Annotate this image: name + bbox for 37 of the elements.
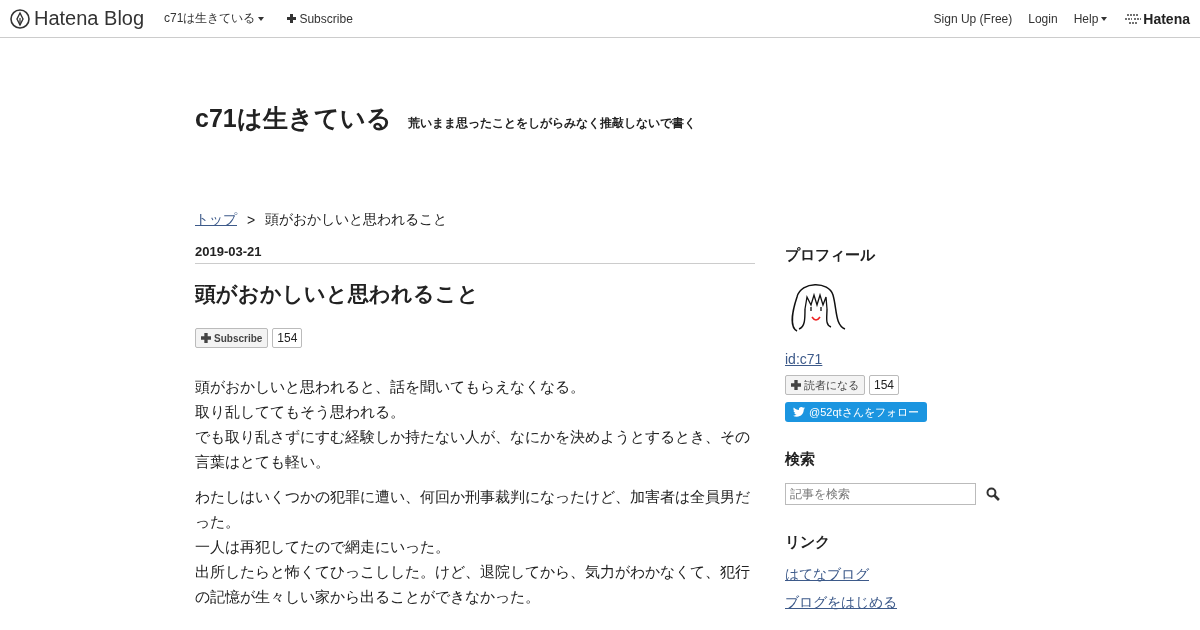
links-heading: リンク [785,533,831,552]
entry-date[interactable]: 2019-03-21 [195,244,262,259]
subscribe-link[interactable]: Subscribe [287,11,353,26]
entry-text: わたしはいくつかの犯罪に遭い、何回か刑事裁判になったけど、加害者は全員男だった。 [195,487,751,532]
plus-icon [791,380,801,390]
subscriber-count: 154 [272,328,303,348]
search-icon[interactable] [986,487,1000,501]
profile-heading: プロフィール [785,246,876,265]
subscribe-button[interactable]: 読者になる [785,375,865,395]
sidebar-link[interactable]: ブログをはじめる [785,594,1000,612]
breadcrumb-separator: > [247,212,256,228]
header-link[interactable]: Login [1028,11,1058,26]
entry-text: 取り乱しててもそう思われる。 [195,402,406,422]
search-heading: 検索 [785,450,816,469]
profile-id-link[interactable]: id:c71 [785,351,1000,367]
entry-text: でも取り乱さずにすむ経験しか持たない人が、なにかを決めようとするとき、その言葉はとても軽い。 [195,427,751,472]
entry-text: 出所したらと怖くてひっこしした。けど、退院してから、気力がわかなくて、犯行の記憶が生々しい家から出ることができなかった。 [195,562,751,607]
sidebar-link[interactable]: はてなブログ [785,566,1000,584]
entry-text: 頭がおかしいと思われると、話を聞いてもらえなくなる。 [195,377,586,397]
bird-icon [793,407,805,417]
blog-description: 荒いまま思ったことをしがらみなく推敲しないで書く [407,115,696,132]
plus-icon [287,14,297,23]
plus-icon [201,333,211,343]
help-menu[interactable]: Help [1073,11,1108,26]
breadcrumb-current: 頭がおかしいと思われること [265,211,448,229]
pen-nib-icon [10,8,30,29]
subscriber-count: 154 [869,375,900,395]
hatena-blog-logo[interactable]: Hatena Blog [10,7,145,30]
blog-menu[interactable]: c71は生きている [164,10,265,27]
entry-title[interactable]: 頭がおかしいと思われること [195,280,755,308]
search-field[interactable]: 記事を検索 [785,483,977,505]
subscribe-button[interactable]: Subscribe [195,328,269,348]
hatena-logo[interactable]: Hatena [1125,10,1190,27]
breadcrumb-link[interactable]: トップ [195,211,237,229]
entry-text: 一人は再犯してたので網走にいった。 [195,537,451,557]
header-link[interactable]: Sign Up (Free) [933,11,1013,26]
blog-title[interactable]: c71は生きている [195,102,392,135]
